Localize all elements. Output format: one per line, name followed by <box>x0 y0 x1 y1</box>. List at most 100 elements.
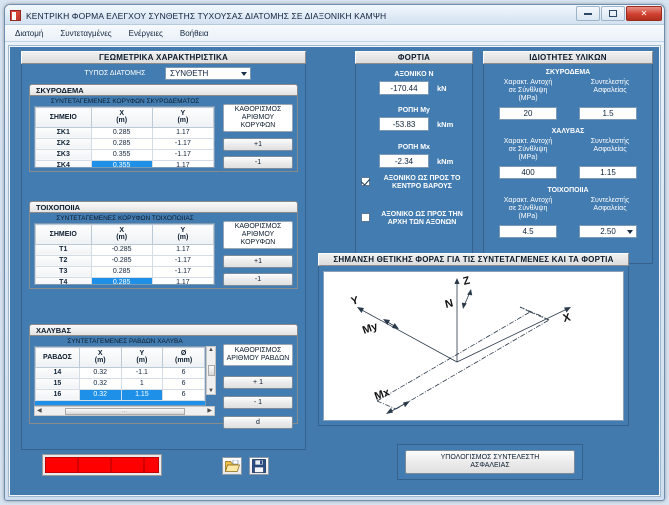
menu-item-energeies[interactable]: Ενέργειες <box>127 28 165 39</box>
moment-my-input[interactable]: -53.83 <box>379 117 429 131</box>
cell-y[interactable]: 1.17 <box>151 276 214 284</box>
cell-y[interactable]: -1.17 <box>151 254 214 267</box>
material-steel-strength-label: Χαρακτ. Αντοχή σε Σύνθλιψη (MPa) <box>503 138 553 161</box>
checkbox-axial-origin[interactable] <box>361 213 370 222</box>
scroll-down-icon[interactable]: ▼ <box>208 388 214 394</box>
cell-x[interactable]: 0.32 <box>78 366 122 379</box>
close-button[interactable]: ✕ <box>626 6 662 21</box>
add-vertex-button-concrete[interactable]: +1 <box>223 138 293 151</box>
table-row[interactable]: ΣΚ2 0.285 -1.17 <box>35 137 214 150</box>
cell-x[interactable]: 0.355 <box>90 159 153 167</box>
table-row[interactable]: ΣΚ1 0.285 1.17 <box>35 126 214 139</box>
moment-mx-input[interactable]: -2.34 <box>379 154 429 168</box>
table-row[interactable]: Τ2 -0.285 -1.17 <box>35 254 214 267</box>
cell-y[interactable]: -1.17 <box>151 137 214 150</box>
skyrodema-table[interactable]: ΣΗΜΕΙΟ X (m) Y (m) ΣΚ1 0.285 1.17 ΣΚ2 0.… <box>34 106 215 168</box>
cell-x[interactable]: 0.285 <box>90 265 153 278</box>
col-x: X (m) <box>90 107 153 128</box>
menu-item-syntetagmenes[interactable]: Συντεταγμένες <box>58 28 113 39</box>
cell-x[interactable]: 0.32 <box>78 377 122 390</box>
remove-vertex-button-concrete[interactable]: -1 <box>223 156 293 169</box>
cell-x[interactable]: 0.355 <box>90 148 153 161</box>
cell-y[interactable]: -1.1 <box>120 366 164 379</box>
material-steel-safety-input[interactable]: 1.15 <box>579 166 637 179</box>
add-bar-button[interactable]: + 1 <box>223 376 293 389</box>
load-label-my: My <box>361 320 380 337</box>
load-label-mx: Mx <box>373 386 392 403</box>
add-vertex-button-masonry[interactable]: +1 <box>223 255 293 268</box>
chevron-down-icon <box>241 71 247 76</box>
material-steel-strength-input[interactable]: 400 <box>499 166 557 179</box>
cell-diameter[interactable]: 6 <box>162 388 205 401</box>
cell-y[interactable]: 1.17 <box>151 159 214 167</box>
tab-toichopoiia[interactable]: ΤΟΙΧΟΠΟΙΙΑ <box>29 201 298 213</box>
toichopoiia-table[interactable]: ΣΗΜΕΙΟ X (m) Y (m) Τ1 -0.285 1.17 Τ2 -0.… <box>34 223 215 285</box>
checkbox-axial-centroid[interactable] <box>361 177 370 186</box>
remove-vertex-button-masonry[interactable]: -1 <box>223 273 293 286</box>
calculate-safety-factor-button[interactable]: ΥΠΟΛΟΓΙΣΜΟΣ ΣΥΝΤΕΛΕΣΤΗ ΑΣΦΑΛΕΙΑΣ <box>405 450 575 474</box>
material-masonry-strength-input[interactable]: 4.5 <box>499 225 557 238</box>
scroll-right-icon[interactable]: ▶ <box>207 408 214 414</box>
material-concrete-strength-input[interactable]: 20 <box>499 107 557 120</box>
cell-y[interactable]: 1.17 <box>151 126 214 139</box>
axial-load-label: ΑΞΟΝΙΚΟ Ν <box>394 71 434 78</box>
material-masonry-safety-label: Συντελεστής Ασφαλείας <box>590 197 630 212</box>
save-file-button[interactable] <box>249 457 269 475</box>
scroll-up-icon[interactable]: ▲ <box>208 347 214 353</box>
define-bars-count-button[interactable]: ΚΑΘΟΡΙΣΜΟΣ ΑΡΙΘΜΟΥ ΡΑΒΔΩΝ <box>223 344 293 366</box>
axis-label-z: Z <box>462 275 472 288</box>
table-row[interactable]: Τ3 0.285 -1.17 <box>35 265 214 278</box>
cell-y[interactable]: 1.15 <box>120 388 164 401</box>
open-file-button[interactable] <box>222 457 242 475</box>
table-row-selected[interactable]: Τ4 0.285 1.17 <box>35 276 214 284</box>
chalyvas-table-caption: ΣΥΝΤΕΤΑΓΕΜΕΝΕΣ ΡΑΒΔΩΝ ΧΑΛΥΒΑ <box>67 338 183 345</box>
tab-chalyvas[interactable]: ΧΑΛΥΒΑΣ <box>29 324 298 336</box>
cell-diameter[interactable]: 6 <box>162 366 205 379</box>
cell-x[interactable]: 0.285 <box>90 276 153 284</box>
section-type-select[interactable]: ΣΥΝΘΕΤΗ <box>165 67 251 80</box>
cell-x[interactable]: -0.285 <box>90 254 153 267</box>
define-vertices-count-button-masonry[interactable]: ΚΑΘΟΡΙΣΜΟΣ ΑΡΙΘΜΟΥ ΚΟΡΥΦΩΝ <box>223 221 293 249</box>
material-concrete-safety-label: Συντελεστής Ασφαλείας <box>590 79 630 94</box>
chalyvas-vertical-scrollbar[interactable]: ▲ ▼ <box>206 346 216 395</box>
cell-y[interactable]: -1.17 <box>151 148 214 161</box>
col-x: X (m) <box>78 347 122 368</box>
material-concrete-safety-input[interactable]: 1.5 <box>579 107 637 120</box>
scroll-thumb[interactable] <box>207 365 215 376</box>
tab-skyrodema[interactable]: ΣΚΥΡΟΔΕΜΑ <box>29 84 298 96</box>
cell-y[interactable]: -1.17 <box>151 265 214 278</box>
menu-item-voitheia[interactable]: Βοήθεια <box>178 28 211 39</box>
cell-x[interactable]: 0.32 <box>78 388 122 401</box>
scroll-left-icon[interactable]: ◀ <box>35 408 42 414</box>
chalyvas-horizontal-scrollbar[interactable]: ◀ ⋯ ▶ <box>34 406 215 416</box>
chalyvas-table[interactable]: ΡΑΒΔΟΣ X (m) Y (m) Ø (mm) 14 0.32 -1.1 6… <box>34 346 206 406</box>
table-row-selected[interactable]: ΣΚ4 0.355 1.17 <box>35 159 214 167</box>
table-row[interactable]: Τ1 -0.285 1.17 <box>35 243 214 256</box>
remove-bar-button[interactable]: - 1 <box>223 396 293 409</box>
scroll-thumb[interactable]: ⋯ <box>64 407 185 415</box>
table-row[interactable]: 14 0.32 -1.1 6 <box>35 366 205 379</box>
cell-x[interactable]: -0.285 <box>90 243 153 256</box>
menu-item-diatomi[interactable]: Διατομή <box>13 28 45 39</box>
material-masonry-safety-select[interactable]: 2.50 <box>579 225 637 238</box>
maximize-button[interactable] <box>601 6 625 21</box>
table-row[interactable]: 15 0.32 1 6 <box>35 377 205 390</box>
loads-header: ΦΟΡΤΙΑ <box>355 51 473 64</box>
table-row[interactable]: ΣΚ3 0.355 -1.17 <box>35 148 214 161</box>
cell-bar: 14 <box>35 366 80 379</box>
bar-diameter-button[interactable]: d <box>223 416 293 429</box>
section-type-label: ΤΥΠΟΣ ΔΙΑΤΟΜΗΣ <box>84 70 146 77</box>
cell-y[interactable]: 1 <box>120 377 164 390</box>
cell-point: ΣΚ3 <box>35 148 92 161</box>
define-vertices-count-button-concrete[interactable]: ΚΑΘΟΡΙΣΜΟΣ ΑΡΙΘΜΟΥ ΚΟΡΥΦΩΝ <box>223 104 293 132</box>
minimize-button[interactable] <box>576 6 600 21</box>
axial-load-input[interactable]: -170.44 <box>379 81 429 95</box>
material-masonry-safety-value: 2.50 <box>600 227 616 236</box>
col-point: ΣΗΜΕΙΟ <box>35 224 92 245</box>
cell-diameter[interactable]: 6 <box>162 377 205 390</box>
toichopoiia-table-caption: ΣΥΝΤΕΤΑΓΕΜΕΝΕΣ ΚΟΡΥΦΩΝ ΤΟΙΧΟΠΟΙΙΑΣ <box>56 215 194 222</box>
table-row-selected[interactable]: 16 0.32 1.15 6 <box>35 388 205 401</box>
cell-x[interactable]: 0.285 <box>90 126 153 139</box>
cell-x[interactable]: 0.285 <box>90 137 153 150</box>
cell-y[interactable]: 1.17 <box>151 243 214 256</box>
